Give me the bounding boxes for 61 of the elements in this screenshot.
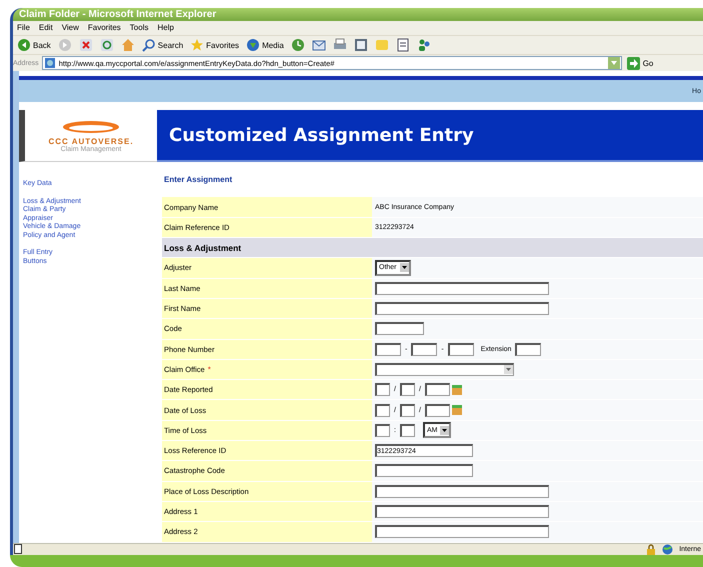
go-button[interactable]: Go xyxy=(624,56,656,70)
caret-icon xyxy=(400,263,409,272)
toolbar-button[interactable]: Media xyxy=(244,36,286,54)
menu-item[interactable]: File xyxy=(17,21,30,35)
input-field[interactable] xyxy=(375,383,390,396)
dropdown[interactable] xyxy=(375,362,514,376)
input-field[interactable] xyxy=(411,342,438,356)
menu-item[interactable]: Help xyxy=(157,21,174,35)
input-field[interactable] xyxy=(515,342,542,356)
edit-icon xyxy=(354,38,368,52)
input-field[interactable] xyxy=(375,282,549,295)
logo-brand: CCC AUTOVERSE. xyxy=(48,136,134,146)
toolbar-button[interactable]: Back xyxy=(15,36,53,54)
calendar-icon[interactable] xyxy=(452,405,462,416)
page-icon xyxy=(44,57,56,70)
stop-icon xyxy=(78,38,93,52)
mail-icon xyxy=(312,38,326,52)
people-icon xyxy=(416,38,431,52)
required-mark: * xyxy=(208,364,211,374)
input-field[interactable] xyxy=(424,383,450,396)
input-field[interactable] xyxy=(400,424,415,437)
toolbar-button[interactable]: Search xyxy=(140,36,186,54)
input-field[interactable] xyxy=(375,404,390,417)
swoosh-icon xyxy=(61,118,121,135)
input-field[interactable] xyxy=(375,505,549,518)
menu-item[interactable]: Favorites xyxy=(88,21,121,35)
globe-icon xyxy=(662,544,674,555)
home-icon xyxy=(120,38,135,52)
input-field[interactable] xyxy=(375,424,390,437)
window-title: Claim Folder - Microsoft Internet Explorer xyxy=(13,8,703,21)
input-field[interactable] xyxy=(448,342,474,356)
search-icon xyxy=(142,38,156,52)
menu-item[interactable]: View xyxy=(62,21,79,35)
calendar-icon[interactable] xyxy=(452,384,462,395)
star-icon xyxy=(190,38,204,52)
menu-item[interactable]: Edit xyxy=(38,21,53,35)
dropdown-icon[interactable] xyxy=(608,57,620,70)
page-title: Customized Assignment Entry xyxy=(169,124,474,146)
back-icon xyxy=(17,38,31,52)
refresh-icon xyxy=(100,38,114,52)
input-field[interactable] xyxy=(424,404,450,417)
caret-icon xyxy=(440,426,450,435)
media-icon xyxy=(246,38,260,52)
page-icon xyxy=(396,38,410,52)
lock-icon xyxy=(646,544,656,555)
history-icon xyxy=(290,38,305,52)
form-title: Enter Assignment xyxy=(163,175,234,186)
toolbar-button[interactable]: Favorites xyxy=(188,36,242,54)
input-field[interactable] xyxy=(375,484,549,498)
menu-item[interactable]: Tools xyxy=(130,21,148,35)
input-field[interactable] xyxy=(400,404,415,417)
input-field[interactable] xyxy=(375,342,401,356)
input-field[interactable] xyxy=(375,302,549,316)
input-field[interactable] xyxy=(400,383,415,396)
forward-icon xyxy=(58,38,72,52)
input-field[interactable] xyxy=(375,525,549,538)
section-heading: Loss & Adjustment xyxy=(164,242,242,253)
input-field[interactable] xyxy=(375,322,424,336)
input-field[interactable] xyxy=(375,464,473,478)
note-icon xyxy=(374,38,389,52)
caret-icon xyxy=(504,365,513,374)
